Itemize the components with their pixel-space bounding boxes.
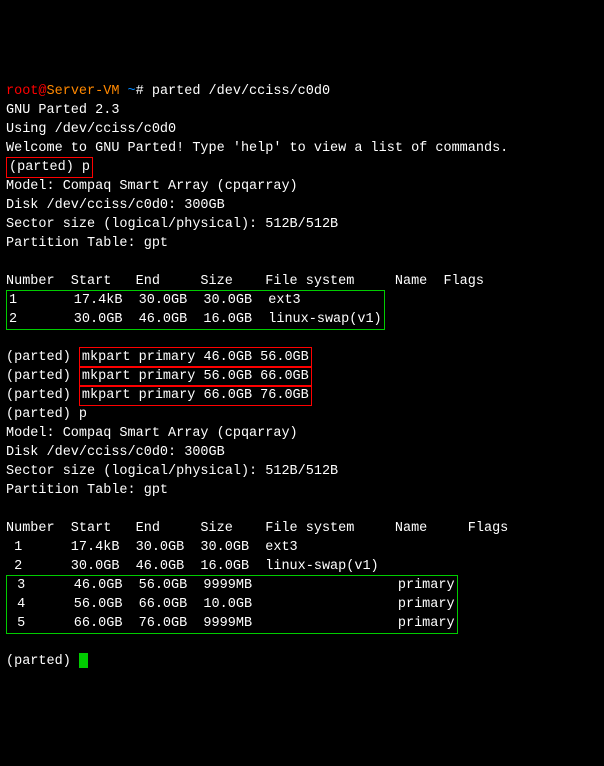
highlight-red: mkpart primary 46.0GB 56.0GB xyxy=(79,347,312,368)
highlight-green: 1 17.4kB 30.0GB 30.0GB ext32 30.0GB 46.0… xyxy=(6,290,385,330)
prompt-path: ~ xyxy=(119,84,135,99)
output-line: Using /dev/cciss/c0d0 xyxy=(6,120,598,139)
output-line: Partition Table: gpt xyxy=(6,481,598,500)
parted-prompt: (parted) xyxy=(6,369,79,384)
table-row: 3 46.0GB 56.0GB 9999MB primary xyxy=(9,576,455,595)
output-line: Model: Compaq Smart Array (cpqarray) xyxy=(6,424,598,443)
table-row: 2 30.0GB 46.0GB 16.0GB linux-swap(v1) xyxy=(9,310,382,329)
output-line: Sector size (logical/physical): 512B/512… xyxy=(6,462,598,481)
table-header: Number Start End Size File system Name F… xyxy=(6,272,598,291)
table-row: 1 17.4kB 30.0GB 30.0GB ext3 xyxy=(6,538,598,557)
output-line: Sector size (logical/physical): 512B/512… xyxy=(6,215,598,234)
parted-prompt: (parted) xyxy=(6,388,79,403)
highlight-red: mkpart primary 56.0GB 66.0GB xyxy=(79,366,312,387)
parted-prompt: (parted) xyxy=(6,350,79,365)
command-text: parted /dev/cciss/c0d0 xyxy=(152,84,330,99)
parted-prompt: (parted) xyxy=(6,407,79,422)
output-line: GNU Parted 2.3 xyxy=(6,101,598,120)
output-line: Model: Compaq Smart Array (cpqarray) xyxy=(6,177,598,196)
terminal-cursor[interactable] xyxy=(79,653,88,668)
output-line: Disk /dev/cciss/c0d0: 300GB xyxy=(6,196,598,215)
table-row: 1 17.4kB 30.0GB 30.0GB ext3 xyxy=(9,291,382,310)
terminal-output: root@Server-VM ~# parted /dev/cciss/c0d0… xyxy=(6,82,598,671)
command-text: p xyxy=(79,407,87,422)
highlight-red: mkpart primary 66.0GB 76.0GB xyxy=(79,385,312,406)
output-line: Disk /dev/cciss/c0d0: 300GB xyxy=(6,443,598,462)
parted-prompt: (parted) xyxy=(9,160,82,175)
prompt-user: root xyxy=(6,84,38,99)
table-header: Number Start End Size File system Name F… xyxy=(6,519,598,538)
command-text: p xyxy=(82,160,90,175)
highlight-green: 3 46.0GB 56.0GB 9999MB primary 4 56.0GB … xyxy=(6,575,458,634)
table-row: 2 30.0GB 46.0GB 16.0GB linux-swap(v1) xyxy=(6,557,598,576)
prompt-at: @ xyxy=(38,84,46,99)
output-line: Partition Table: gpt xyxy=(6,234,598,253)
highlight-red: (parted) p xyxy=(6,157,93,178)
parted-prompt: (parted) xyxy=(6,654,79,669)
output-line: Welcome to GNU Parted! Type 'help' to vi… xyxy=(6,139,598,158)
table-row: 5 66.0GB 76.0GB 9999MB primary xyxy=(9,614,455,633)
prompt-hash: # xyxy=(136,84,152,99)
prompt-host: Server-VM xyxy=(47,84,120,99)
